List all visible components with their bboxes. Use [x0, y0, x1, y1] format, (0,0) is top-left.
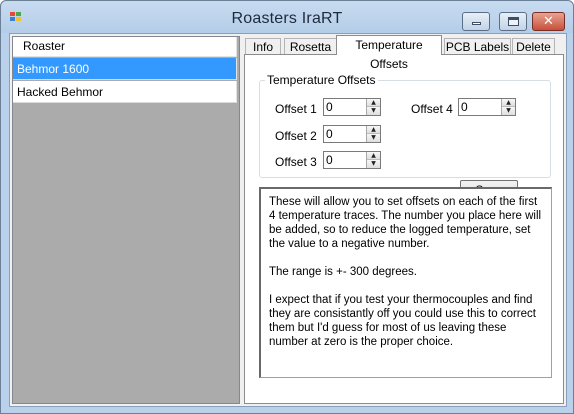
help-paragraph: These will allow you to set offsets on e…: [269, 196, 542, 250]
offset-1-value[interactable]: 0: [326, 100, 333, 115]
offset-1-stepper[interactable]: 0 ▲ ▼: [323, 98, 381, 116]
offset-2-value[interactable]: 0: [326, 127, 333, 142]
list-item-label: Behmor 1600: [17, 62, 90, 76]
offset-2-stepper[interactable]: 0 ▲ ▼: [323, 125, 381, 143]
spin-down-icon[interactable]: ▼: [367, 134, 380, 142]
column-divider: [236, 58, 237, 80]
maximize-icon: [508, 17, 519, 26]
list-item[interactable]: Behmor 1600: [13, 58, 237, 80]
tab-label: Info: [252, 40, 273, 54]
spin-down-icon[interactable]: ▼: [367, 160, 380, 168]
spinner-buttons: ▲ ▼: [501, 99, 515, 115]
temperature-offsets-panel: Temperature Offsets Offset 1 0 ▲ ▼ Offse…: [244, 54, 564, 404]
list-header[interactable]: Roaster: [13, 37, 237, 57]
spin-up-icon[interactable]: ▲: [367, 152, 380, 160]
tab-info[interactable]: Info: [245, 38, 281, 55]
offset-4-label: Offset 4: [411, 102, 453, 116]
spin-down-icon[interactable]: ▼: [502, 107, 515, 115]
column-divider: [236, 81, 237, 103]
help-text-box[interactable]: These will allow you to set offsets on e…: [259, 187, 552, 378]
temperature-offsets-group: Temperature Offsets Offset 1 0 ▲ ▼ Offse…: [259, 73, 551, 178]
spinner-buttons: ▲ ▼: [366, 152, 380, 168]
offset-4-stepper[interactable]: 0 ▲ ▼: [458, 98, 516, 116]
offset-3-value[interactable]: 0: [326, 153, 333, 168]
list-header-label: Roaster: [23, 39, 66, 53]
offset-1-label: Offset 1: [275, 102, 317, 116]
spinner-buttons: ▲ ▼: [366, 126, 380, 142]
column-divider[interactable]: [236, 37, 237, 56]
tab-delete[interactable]: Delete: [512, 38, 555, 55]
title-bar[interactable]: Roasters IraRT ✕: [1, 1, 573, 33]
tab-label: Delete: [516, 40, 551, 54]
tab-label: PCB Labels: [445, 40, 510, 54]
minimize-button[interactable]: [462, 12, 490, 31]
spinner-buttons: ▲ ▼: [366, 99, 380, 115]
roaster-list[interactable]: Roaster Behmor 1600 Hacked Behmor: [12, 36, 240, 404]
tab-rosetta[interactable]: Rosetta: [284, 38, 337, 55]
spin-up-icon[interactable]: ▲: [502, 99, 515, 107]
minimize-icon: [472, 22, 481, 25]
close-button[interactable]: ✕: [532, 12, 565, 31]
list-item[interactable]: Hacked Behmor: [13, 81, 237, 103]
offset-4-value[interactable]: 0: [461, 100, 468, 115]
tab-label: Rosetta: [289, 40, 332, 54]
spin-up-icon[interactable]: ▲: [367, 126, 380, 134]
help-paragraph: I expect that if you test your thermocou…: [269, 294, 536, 348]
tab-pcb-labels[interactable]: PCB Labels: [444, 38, 511, 55]
close-icon: ✕: [543, 14, 554, 29]
help-paragraph: The range is +- 300 degrees.: [269, 266, 417, 278]
client-area: Roaster Behmor 1600 Hacked Behmor Info R…: [9, 33, 567, 407]
offset-2-label: Offset 2: [275, 129, 317, 143]
spin-down-icon[interactable]: ▼: [367, 107, 380, 115]
offset-3-label: Offset 3: [275, 155, 317, 169]
offset-3-stepper[interactable]: 0 ▲ ▼: [323, 151, 381, 169]
tab-temperature-offsets[interactable]: Temperature Offsets: [336, 35, 442, 71]
spin-up-icon[interactable]: ▲: [367, 99, 380, 107]
maximize-button[interactable]: [499, 12, 527, 31]
app-window: Roasters IraRT ✕ Roaster Behmor 1600 Hac…: [0, 0, 574, 414]
list-item-label: Hacked Behmor: [17, 85, 104, 99]
group-title: Temperature Offsets: [265, 73, 378, 87]
